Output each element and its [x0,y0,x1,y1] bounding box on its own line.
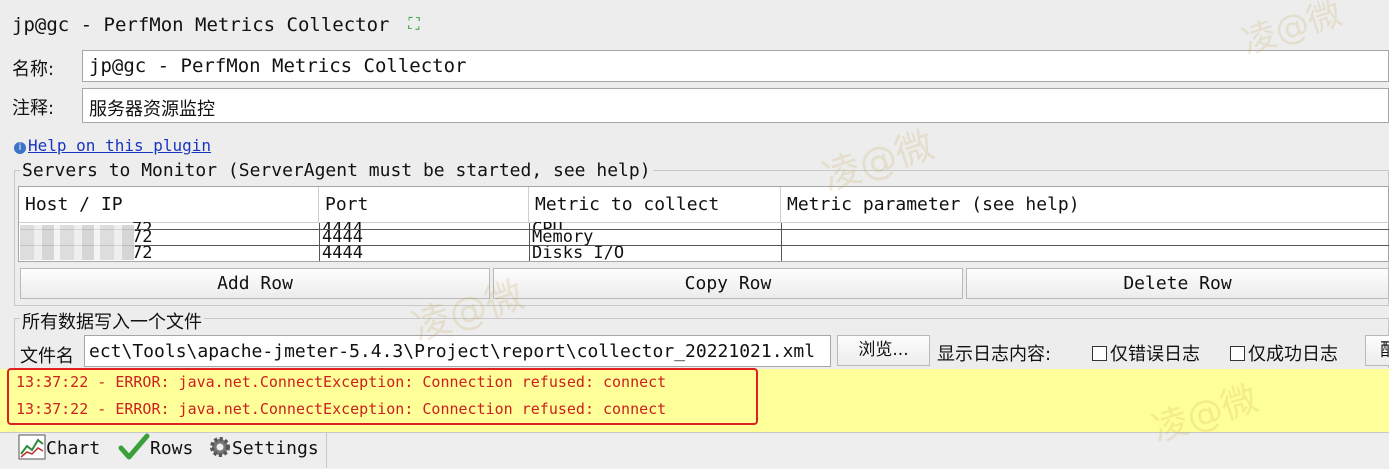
tab-divider [326,432,327,468]
checkbox-box[interactable] [1092,346,1107,361]
col-port[interactable]: Port [319,187,529,223]
help-link[interactable]: Help on this plugin [28,136,211,155]
copy-row-button[interactable]: Copy Row [493,268,963,299]
errors-only-checkbox[interactable]: 仅错误日志 [1092,340,1200,366]
redacted-host-blur [20,225,135,260]
show-log-label: 显示日志内容: [937,344,1052,365]
servers-group-title: Servers to Monitor (ServerAgent must be … [20,160,653,181]
browse-button[interactable]: 浏览... [837,335,930,366]
table-row-metric[interactable]: Disks I/O [530,246,624,262]
row-line [20,245,1389,246]
file-group-title: 所有数据写入一个文件 [20,308,204,334]
table-row-metric[interactable]: CPU [530,222,563,229]
comment-input[interactable]: 服务器资源监控 [82,88,1389,123]
info-icon: i [14,142,26,154]
tab-chart[interactable]: Chart [18,432,100,466]
name-input[interactable]: jp@gc - PerfMon Metrics Collector [82,50,1389,82]
expand-icon[interactable]: ⛶ [405,15,423,33]
checkmark-icon [118,433,150,460]
tab-chart-label: Chart [46,438,101,459]
row-line [20,229,1389,230]
tab-rows-label: Rows [150,438,194,459]
table-row-port[interactable]: 4444 [320,222,363,229]
chart-icon [18,434,46,460]
col-parameter[interactable]: Metric parameter (see help) [781,187,1389,223]
filename-label: 文件名 [20,346,74,367]
help-row: i Help on this plugin [14,135,211,156]
error-highlight-box [7,368,758,425]
table-row-port[interactable]: 4444 [320,246,363,262]
comment-label: 注释: [12,98,55,119]
tab-rows[interactable]: Rows [118,432,193,466]
delete-row-button[interactable]: Delete Row [966,268,1389,299]
success-only-checkbox[interactable]: 仅成功日志 [1230,340,1338,366]
col-host[interactable]: Host / IP [19,187,319,223]
tab-settings[interactable]: Settings [208,432,319,466]
errors-only-label: 仅错误日志 [1110,344,1200,365]
col-metric[interactable]: Metric to collect [529,187,781,223]
table-row-port[interactable]: 4444 [320,230,363,246]
tab-settings-label: Settings [232,438,319,459]
window-title: jp@gc - PerfMon Metrics Collector [12,14,390,36]
name-label: 名称: [12,59,55,80]
checkbox-box[interactable] [1230,346,1245,361]
header-divider [19,222,1389,223]
success-only-label: 仅成功日志 [1248,344,1338,365]
configure-button[interactable]: 配 [1365,335,1389,366]
gear-icon [210,437,230,457]
table-row-metric[interactable]: Memory [530,230,593,246]
filename-input[interactable]: ect\Tools\apache-jmeter-5.4.3\Project\re… [84,335,831,367]
